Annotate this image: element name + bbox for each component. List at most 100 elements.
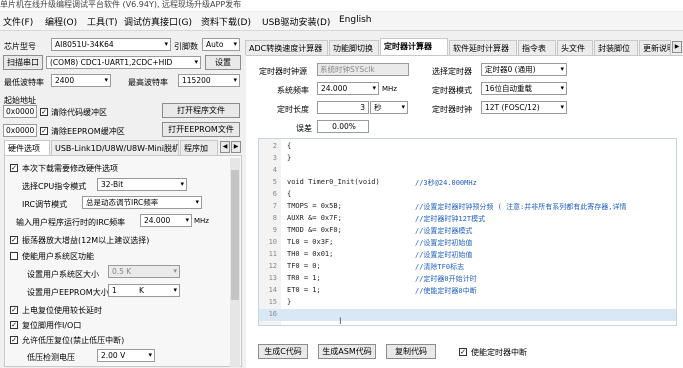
lvd-select[interactable]: 2.00 V ▾ bbox=[97, 349, 155, 362]
max-baud-select[interactable]: 115200 ▾ bbox=[178, 74, 240, 87]
tab-instruction-table[interactable]: 指令表 bbox=[518, 40, 556, 55]
tab-changelog[interactable]: 更新说明 bbox=[639, 40, 671, 55]
por-delay-checkbox[interactable]: ✓ bbox=[10, 306, 18, 314]
settings-button[interactable]: 设置 bbox=[205, 55, 241, 70]
eeprom-size-select[interactable]: 1 K ▾ bbox=[108, 284, 180, 297]
code-text: AUXR &= 0x7F; bbox=[287, 214, 342, 222]
error-field: 0.00% bbox=[317, 120, 369, 133]
menu-debug[interactable]: 调试仿真接口(G) bbox=[124, 15, 192, 28]
gen-c-code-button[interactable]: 生成C代码 bbox=[258, 344, 308, 359]
sys-area-label: 使能用户系统区功能 bbox=[22, 252, 94, 261]
timer-clk-select[interactable]: 12T (FOSC/12) ▾ bbox=[481, 101, 567, 114]
tab-program-add[interactable]: 程序加 bbox=[180, 140, 218, 155]
open-program-button[interactable]: 打开程序文件 bbox=[162, 103, 240, 118]
line-number: 7 bbox=[272, 202, 277, 210]
code-comment: //定时器时钟12T模式 bbox=[415, 215, 486, 223]
code-text: { bbox=[287, 190, 292, 198]
code-line: TMOPS = 0x5B; //设置定时器时钟预分频 ( 注意:并非所有系列都有此… bbox=[287, 202, 627, 211]
timer-mode-select[interactable]: 16位自动重载 ▾ bbox=[481, 82, 567, 95]
tab-delay-calc[interactable]: 软件延时计算器 bbox=[449, 40, 517, 55]
code-line: } bbox=[287, 154, 291, 162]
clear-code-checkbox[interactable]: ✓ bbox=[40, 108, 48, 116]
menu-program[interactable]: 编程(O) bbox=[45, 15, 77, 28]
tab-scroll-left-icon[interactable]: ◀ bbox=[220, 141, 230, 153]
timer-len-unit-select[interactable]: 秒 ▾ bbox=[370, 101, 408, 114]
code-line: TL0 = 0x3F; //设置定时初始值 bbox=[287, 238, 472, 247]
menu-bar: 文件(F) 编程(O) 工具(T) 调试仿真接口(G) 资料下载(D) USB驱… bbox=[0, 12, 683, 31]
eeprom-addr-input[interactable]: 0x0000 bbox=[3, 124, 37, 137]
chevron-down-icon: ▾ bbox=[173, 267, 177, 275]
tab-pin-switch[interactable]: 功能脚切换 bbox=[329, 40, 379, 55]
lvr-label: 允许低压复位(禁止低压中断) bbox=[22, 336, 125, 345]
gen-asm-code-button[interactable]: 生成ASM代码 bbox=[318, 344, 376, 359]
tab-usb-link[interactable]: USB-Link1D/U8W/U8W-Mini脱机 bbox=[51, 140, 179, 155]
scan-port-button[interactable]: 扫描串口 bbox=[3, 55, 43, 70]
sys-size-select[interactable]: 0.5 K ▾ bbox=[108, 265, 180, 278]
tab-hardware-options[interactable]: 硬件选项 bbox=[4, 140, 50, 155]
line-number: 3 bbox=[272, 154, 277, 162]
lvd-label: 低压检测电压 bbox=[27, 353, 75, 362]
chevron-down-icon: ▾ bbox=[401, 103, 405, 111]
code-text: TMOPS = 0x5B; bbox=[287, 202, 342, 210]
pin-select[interactable]: Auto ▾ bbox=[202, 38, 240, 51]
chevron-down-icon: ▾ bbox=[195, 198, 199, 206]
enable-int-checkbox[interactable]: ✓ bbox=[459, 348, 467, 356]
copy-code-button[interactable]: 复制代码 bbox=[386, 344, 436, 359]
tab-scroll-right-icon[interactable]: ▶ bbox=[231, 141, 241, 153]
menu-file[interactable]: 文件(F) bbox=[3, 15, 33, 28]
code-line: { bbox=[287, 190, 291, 198]
code-text: TH0 = 0x01; bbox=[287, 250, 334, 258]
menu-usb-driver[interactable]: USB驱动安装(D) bbox=[262, 15, 330, 28]
code-text: void Timer0_Init(void) bbox=[287, 178, 380, 186]
cpu-mode-select[interactable]: 32-Bit ▾ bbox=[97, 178, 187, 191]
modify-options-checkbox[interactable]: ✓ bbox=[10, 164, 18, 172]
chip-select[interactable]: AI8051U-34K64 ▾ bbox=[51, 38, 171, 51]
options-scrollbar[interactable] bbox=[230, 158, 240, 367]
timer-len-input[interactable]: 3 bbox=[317, 101, 369, 114]
sys-freq-select[interactable]: 24.000 ▾ bbox=[317, 82, 379, 95]
chevron-down-icon: ▾ bbox=[194, 58, 198, 66]
irc-freq-select[interactable]: 24.000 ▾ bbox=[140, 214, 192, 227]
tab-scroll-right-icon[interactable]: ▶ bbox=[672, 41, 682, 53]
clear-eeprom-checkbox[interactable]: ✓ bbox=[40, 127, 48, 135]
tab-adc-calc[interactable]: ADC转换速度计算器 bbox=[245, 40, 328, 55]
clear-eeprom-label: 清除EEPROM缓冲区 bbox=[51, 127, 125, 136]
reset-io-checkbox[interactable]: ✓ bbox=[10, 321, 18, 329]
min-baud-label: 最低波特率 bbox=[4, 78, 44, 87]
line-number: 14 bbox=[268, 286, 277, 294]
chevron-down-icon: ▾ bbox=[233, 76, 237, 84]
osc-gain-checkbox[interactable]: ✓ bbox=[10, 236, 18, 244]
timer-len-label: 定时长度 bbox=[277, 105, 309, 114]
por-delay-label: 上电复位使用较长延时 bbox=[22, 306, 102, 315]
chevron-down-icon: ▾ bbox=[173, 286, 177, 294]
tab-header-file[interactable]: 头文件 bbox=[557, 40, 593, 55]
osc-gain-label: 振荡器放大增益(12M以上建议选择) bbox=[22, 236, 150, 245]
tab-timer-calc[interactable]: 定时器计算器 bbox=[380, 38, 448, 55]
chevron-down-icon: ▾ bbox=[560, 103, 564, 111]
irc-mode-select[interactable]: 总是动态调节IRC频率 ▾ bbox=[82, 196, 202, 209]
line-number: 16 bbox=[268, 310, 277, 318]
tab-package-pins[interactable]: 封装脚位 bbox=[594, 40, 638, 55]
menu-download[interactable]: 资料下载(D) bbox=[201, 15, 251, 28]
port-select[interactable]: (COM8) CDC1-UART1,2CDC+HID ▾ bbox=[46, 56, 201, 69]
code-comment: //使能定时器0中断 bbox=[415, 287, 477, 295]
menu-tools[interactable]: 工具(T) bbox=[87, 15, 118, 28]
error-label: 误差 bbox=[296, 124, 312, 133]
right-tab-bar: ADC转换速度计算器 功能脚切换 定时器计算器 软件延时计算器 指令表 头文件 … bbox=[245, 38, 683, 55]
sys-area-checkbox[interactable] bbox=[10, 252, 18, 260]
code-line: TMOD &= 0xF0; //设置定时器模式 bbox=[287, 226, 472, 235]
code-addr-input[interactable]: 0x0000 bbox=[3, 105, 37, 118]
code-line: { bbox=[287, 142, 291, 150]
reset-io-label: 复位脚用作I/O口 bbox=[22, 321, 82, 330]
lvr-checkbox[interactable]: ✓ bbox=[10, 336, 18, 344]
min-baud-select[interactable]: 2400 ▾ bbox=[51, 74, 111, 87]
menu-english[interactable]: English bbox=[339, 15, 372, 25]
code-editor[interactable]: 2 {3} 4 5 void Timer0_Init(void) //3秒@24.000M… bbox=[258, 138, 677, 326]
sys-freq-label: 系统频率 bbox=[277, 86, 309, 95]
select-timer-select[interactable]: 定时器0 (通用) ▾ bbox=[481, 63, 567, 76]
open-eeprom-button[interactable]: 打开EEPROM文件 bbox=[162, 122, 240, 137]
irc-freq-label: 输入用户程序运行时的IRC频率 bbox=[16, 218, 126, 227]
chevron-down-icon: ▾ bbox=[148, 351, 152, 359]
code-text: ET0 = 1; bbox=[287, 286, 321, 294]
clock-src-field[interactable]: 系统时钟SYSclk bbox=[317, 63, 409, 76]
